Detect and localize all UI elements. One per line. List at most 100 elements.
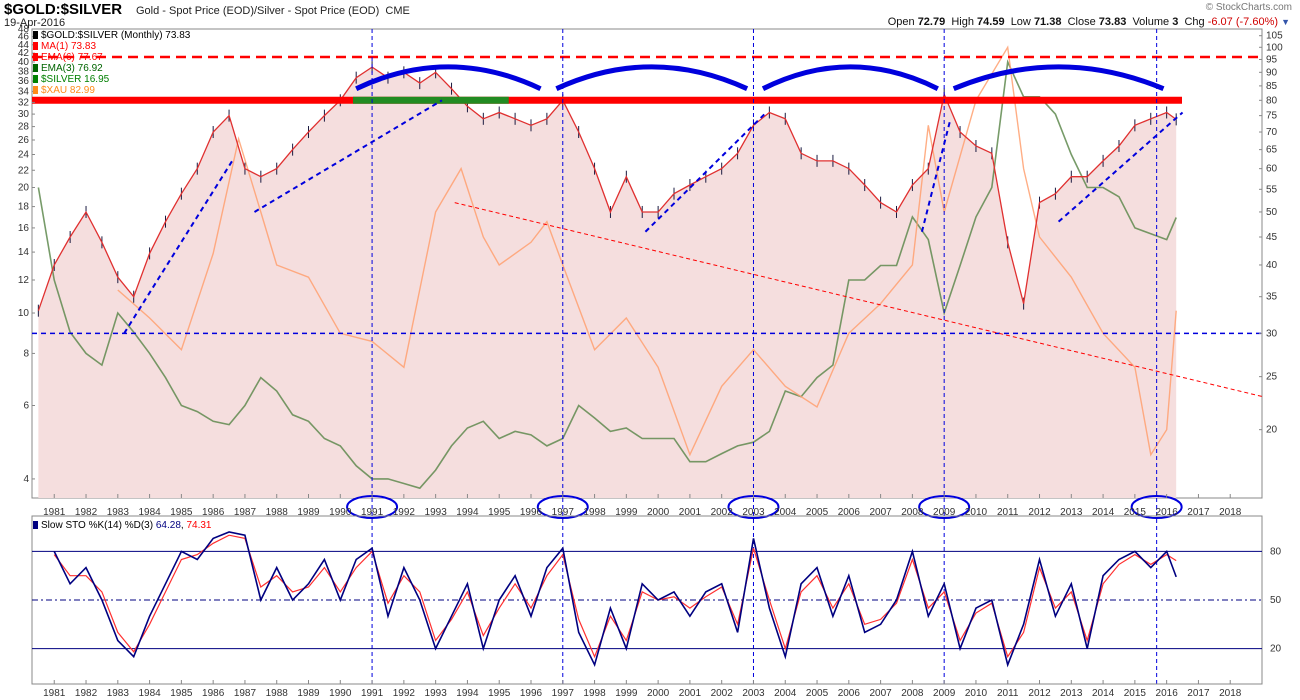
y-left-tick-label-20: 20	[18, 183, 30, 194]
sto-x-tick-label-1982: 1982	[75, 688, 98, 699]
y-right-tick-label-105: 105	[1266, 31, 1283, 42]
y-right-tick-label-25: 25	[1266, 372, 1278, 383]
legend-label: EMA(6) 77.67	[41, 52, 103, 63]
y-right-tick-label-95: 95	[1266, 54, 1278, 65]
ratio-area-fill	[38, 67, 1177, 498]
top-arc	[555, 64, 749, 91]
y-right-tick-label-80: 80	[1266, 95, 1278, 106]
sto-x-tick-label-2011: 2011	[997, 688, 1019, 699]
sto-ref-label-50: 50	[1270, 595, 1282, 606]
sto-swatch	[33, 521, 38, 529]
sto-x-tick-label-1986: 1986	[202, 688, 225, 699]
sto-x-tick-label-1991: 1991	[361, 688, 384, 699]
y-right-tick-label-90: 90	[1266, 67, 1278, 78]
legend-label: $XAU 82.99	[41, 85, 95, 96]
sto-legend: Slow STO %K(14) %D(3) 64.28, 74.31	[33, 520, 211, 531]
legend-swatch	[33, 31, 38, 39]
sto-k-value: 64.28	[155, 520, 181, 531]
sto-x-tick-label-2001: 2001	[679, 688, 702, 699]
sto-series: 80 50 20	[32, 531, 1282, 668]
sto-x-tick-label-2007: 2007	[869, 688, 892, 699]
legend-label: $SILVER 16.95	[41, 74, 110, 85]
top-arc	[761, 64, 939, 91]
y-right-tick-label-50: 50	[1266, 207, 1278, 218]
sto-x-tick-label-2013: 2013	[1060, 688, 1083, 699]
sto-x-tick-label-2008: 2008	[901, 688, 924, 699]
sto-x-tick-label-1987: 1987	[234, 688, 257, 699]
sto-x-tick-label-2010: 2010	[965, 688, 988, 699]
legend-item: MA(1) 73.83	[33, 41, 190, 52]
sto-x-tick-label-2018: 2018	[1219, 688, 1242, 699]
sto-x-tick-label-1993: 1993	[425, 688, 448, 699]
y-left-tick-label-18: 18	[18, 202, 30, 213]
legend-item: $GOLD:$SILVER (Monthly) 73.83	[33, 30, 190, 41]
sto-x-tick-label-2015: 2015	[1124, 688, 1147, 699]
y-left-tick-label-32: 32	[18, 97, 30, 108]
sto-x-tick-label-1981: 1981	[43, 688, 66, 699]
sto-d-line	[53, 534, 1177, 659]
sto-x-tick-label-2014: 2014	[1092, 688, 1115, 699]
legend-item: EMA(6) 77.67	[33, 52, 190, 63]
y-right-tick-label-55: 55	[1266, 184, 1278, 195]
legend-swatch	[33, 53, 38, 61]
legend-item: EMA(3) 76.92	[33, 63, 190, 74]
ratio-area	[38, 67, 1177, 498]
sto-x-tick-label-2005: 2005	[806, 688, 829, 699]
y-left-tick-label-26: 26	[18, 135, 30, 146]
y-right-tick-label-30: 30	[1266, 328, 1278, 339]
y-left-tick-label-28: 28	[18, 122, 30, 133]
sto-k-line	[53, 531, 1177, 668]
sto-x-tick-label-1997: 1997	[552, 688, 575, 699]
sto-legend-prefix: Slow STO %K(14) %D(3)	[41, 520, 154, 531]
sto-x-tick-label-1988: 1988	[266, 688, 289, 699]
sto-x-tick-label-1989: 1989	[297, 688, 320, 699]
y-right-tick-label-40: 40	[1266, 260, 1278, 271]
sto-x-tick-label-2003: 2003	[742, 688, 765, 699]
legend-item: $XAU 82.99	[33, 85, 190, 96]
y-left-tick-label-30: 30	[18, 109, 30, 120]
sto-x-tick-label-1990: 1990	[329, 688, 352, 699]
y-left-tick-label-12: 12	[18, 275, 30, 286]
sto-x-tick-label-1992: 1992	[393, 688, 416, 699]
sto-x-tick-label-1984: 1984	[138, 688, 161, 699]
y-left-tick-label-48: 48	[18, 24, 30, 35]
y-right-tick-label-35: 35	[1266, 292, 1278, 303]
sto-x-tick-label-2004: 2004	[774, 688, 797, 699]
y-right-tick-label-70: 70	[1266, 127, 1278, 138]
legend-swatch	[33, 42, 38, 50]
y-right-tick-label-20: 20	[1266, 425, 1278, 436]
sto-x-tick-label-2017: 2017	[1187, 688, 1210, 699]
legend-item: $SILVER 16.95	[33, 74, 190, 85]
y-left-tick-label-14: 14	[18, 247, 30, 258]
y-left-tick-label-8: 8	[23, 348, 29, 359]
sto-x-tick-label-1996: 1996	[520, 688, 543, 699]
sto-x-tick-label-1999: 1999	[615, 688, 638, 699]
y-left-tick-label-10: 10	[18, 308, 30, 319]
y-right-tick-label-45: 45	[1266, 232, 1278, 243]
sto-x-tick-label-1985: 1985	[170, 688, 193, 699]
legend-label: $GOLD:$SILVER (Monthly) 73.83	[41, 30, 191, 41]
sto-x-tick-label-1983: 1983	[107, 688, 130, 699]
y-left-tick-label-6: 6	[23, 401, 29, 412]
sto-x-tick-label-2006: 2006	[838, 688, 861, 699]
legend-label: MA(1) 73.83	[41, 41, 97, 52]
y-right-tick-label-100: 100	[1266, 42, 1283, 53]
legend-swatch	[33, 75, 38, 83]
sto-x-tick-label-2016: 2016	[1156, 688, 1179, 699]
y-left-tick-label-16: 16	[18, 223, 30, 234]
sto-x-tick-label-1998: 1998	[583, 688, 606, 699]
y-right-tick-label-85: 85	[1266, 81, 1278, 92]
legend-label: EMA(3) 76.92	[41, 63, 103, 74]
y-right-tick-label-65: 65	[1266, 145, 1278, 156]
sto-ref-label-20: 20	[1270, 644, 1282, 655]
sto-ref-label-80: 80	[1270, 546, 1282, 557]
main-legend: $GOLD:$SILVER (Monthly) 73.83 MA(1) 73.83…	[33, 30, 190, 96]
sto-d-value: 74.31	[186, 520, 212, 531]
legend-swatch	[33, 64, 38, 72]
y-right-tick-label-60: 60	[1266, 164, 1278, 175]
sto-x-tick-label-2009: 2009	[933, 688, 956, 699]
sto-x-tick-label-2000: 2000	[647, 688, 670, 699]
y-left-tick-label-34: 34	[18, 86, 30, 97]
sto-x-tick-label-1995: 1995	[488, 688, 511, 699]
sto-x-tick-label-2002: 2002	[711, 688, 734, 699]
